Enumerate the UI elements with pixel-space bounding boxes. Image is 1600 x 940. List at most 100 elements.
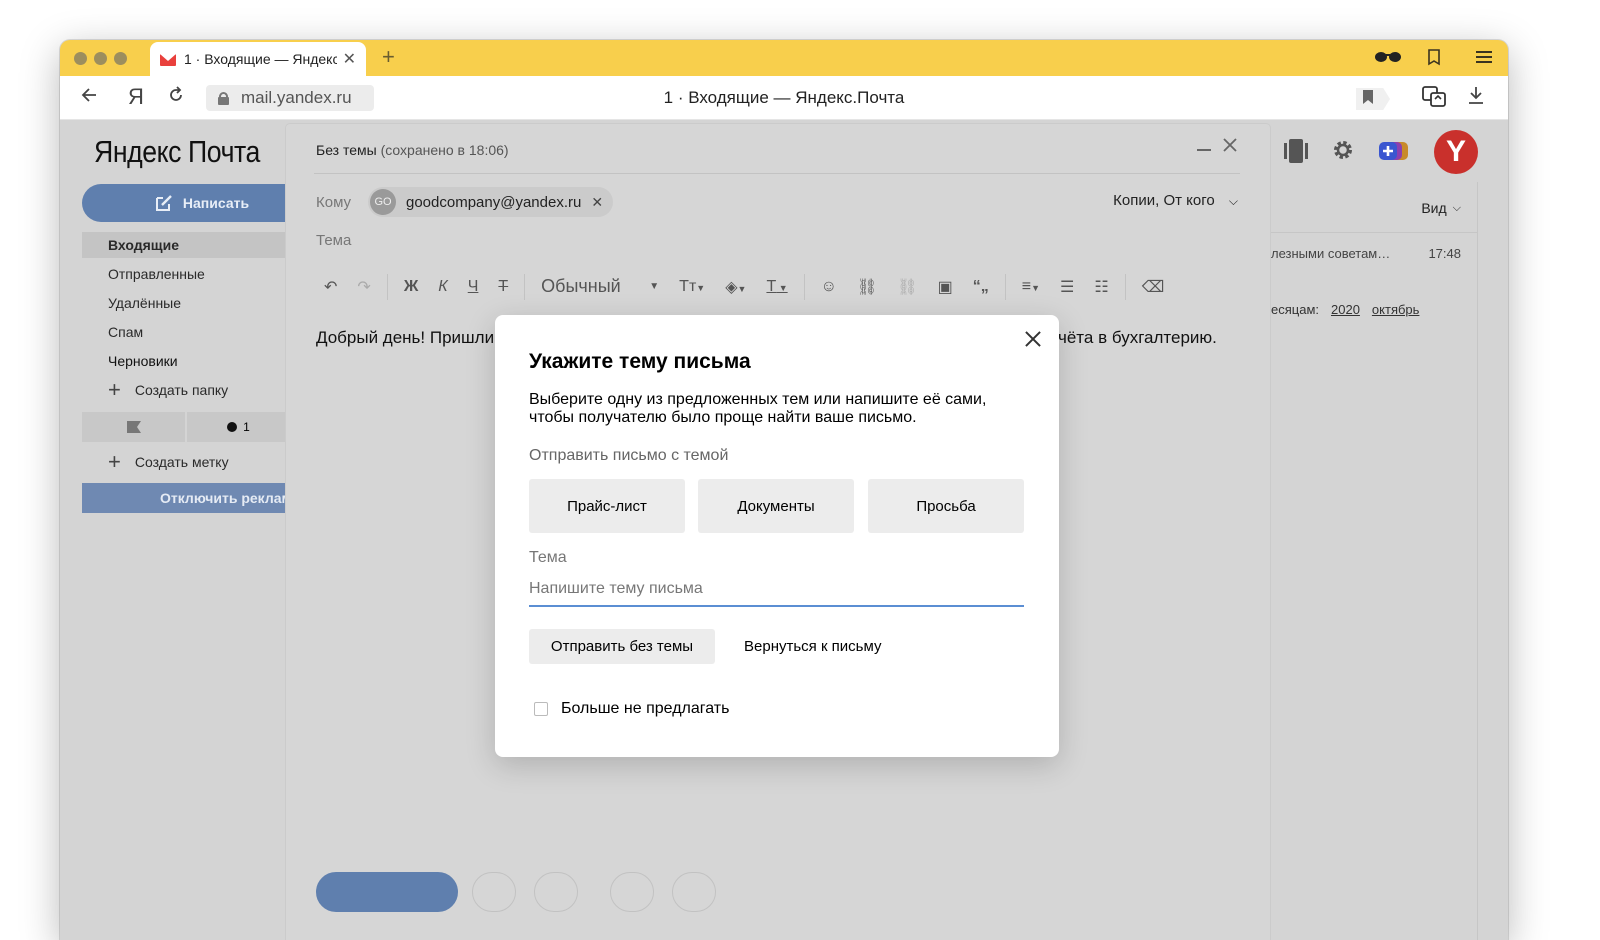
image-icon[interactable]: ▣: [938, 277, 953, 297]
folder-inbox[interactable]: Входящие: [82, 232, 292, 258]
copies-label: Копии, От кого: [1113, 192, 1215, 209]
divider: [1124, 274, 1126, 300]
font-size-icon[interactable]: Tт▼: [679, 278, 705, 296]
unlink-icon[interactable]: ⛓: [897, 277, 917, 297]
divider: [1004, 274, 1006, 300]
close-window-button[interactable]: [74, 52, 87, 65]
collectors-icon[interactable]: [1284, 138, 1308, 169]
labels-row: 1: [82, 412, 292, 442]
message-snippet[interactable]: лезными советам…: [1271, 246, 1390, 261]
url-field[interactable]: mail.yandex.ru: [206, 85, 374, 111]
folder-spam[interactable]: Спам: [108, 324, 143, 340]
redo-icon[interactable]: ↷: [357, 277, 370, 297]
back-arrow-icon[interactable]: [80, 86, 98, 109]
settings-gear-icon[interactable]: [1331, 138, 1355, 167]
topic-button-price-list[interactable]: Прайс-лист: [529, 479, 685, 533]
return-to-letter-button[interactable]: Вернуться к письму: [744, 629, 881, 664]
archive-year-link[interactable]: 2020: [1331, 302, 1360, 317]
create-folder-link[interactable]: + Создать папку: [108, 379, 228, 401]
align-icon[interactable]: ≡▼: [1022, 278, 1040, 296]
message-body-end: чёта в бухгалтерию.: [1058, 328, 1217, 347]
paragraph-style-value: Обычный: [541, 276, 621, 296]
view-button[interactable]: Вид ⌵: [1421, 200, 1461, 216]
recipient-chip[interactable]: GO goodcompany@yandex.ru ✕: [368, 187, 614, 217]
emoji-icon[interactable]: ☺: [821, 278, 837, 296]
close-dialog-icon[interactable]: [1021, 327, 1045, 351]
text-color-icon[interactable]: T ▼: [766, 278, 787, 296]
compose-button-label: Написать: [182, 195, 250, 211]
zoom-window-button[interactable]: [114, 52, 127, 65]
minimize-window-button[interactable]: [94, 52, 107, 65]
underline-icon[interactable]: Ч: [468, 278, 479, 296]
minimize-compose-icon[interactable]: [1196, 136, 1212, 159]
collections-icon[interactable]: [1426, 48, 1442, 71]
address-bar: Я mail.yandex.ru 1 · Входящие — Яндекс.П…: [60, 76, 1508, 120]
bookmark-icon[interactable]: [1362, 88, 1374, 111]
dont-suggest-label[interactable]: Больше не предлагать: [561, 700, 729, 718]
copies-dropdown[interactable]: Копии, От кого ⌵: [1113, 192, 1238, 209]
reload-icon[interactable]: [168, 86, 184, 109]
translate-icon[interactable]: [1422, 86, 1446, 114]
subject-input[interactable]: [529, 573, 1024, 607]
tab-title: 1 · Входящие — Яндекс.Почта: [184, 51, 337, 67]
archive-label: есяцам:: [1271, 302, 1319, 317]
folder-deleted[interactable]: Удалённые: [108, 295, 181, 311]
subject-dialog: Укажите тему письма Выберите одну из пре…: [495, 315, 1059, 757]
close-tab-icon[interactable]: ✕: [343, 49, 356, 69]
bold-icon[interactable]: Ж: [404, 278, 418, 296]
bullet-list-icon[interactable]: ☰: [1060, 277, 1074, 297]
folder-drafts[interactable]: Черновики: [108, 353, 178, 369]
link-icon[interactable]: ⛓: [857, 277, 877, 297]
chevron-down-icon: ⌵: [1452, 201, 1461, 214]
flagged-filter[interactable]: [82, 412, 187, 442]
flag-icon: [126, 421, 141, 433]
user-avatar[interactable]: Y: [1434, 130, 1478, 174]
disable-ads-button[interactable]: Отключить реклам: [82, 483, 292, 513]
divider: [803, 274, 805, 300]
yandex-plus-icon[interactable]: [1378, 140, 1410, 167]
message-time: 17:48: [1428, 246, 1461, 261]
attach-button[interactable]: [472, 872, 516, 912]
subject-field-label: Тема: [529, 549, 567, 566]
topic-button-documents[interactable]: Документы: [698, 479, 854, 533]
compose-subject-title: Без темы: [316, 142, 377, 158]
tab-bar: 1 · Входящие — Яндекс.Почта ✕ +: [60, 40, 1508, 76]
archive-month-link[interactable]: октябрь: [1372, 302, 1420, 317]
remove-recipient-icon[interactable]: ✕: [591, 194, 603, 211]
schedule-button[interactable]: [672, 872, 716, 912]
unread-dot-icon: [227, 422, 238, 432]
lock-icon: [218, 91, 229, 105]
send-button[interactable]: [316, 872, 458, 912]
strikethrough-icon[interactable]: Т: [498, 278, 508, 296]
clear-format-icon[interactable]: ⌫: [1142, 277, 1165, 297]
to-label: Кому: [316, 194, 352, 211]
browser-tab[interactable]: 1 · Входящие — Яндекс.Почта ✕: [150, 42, 366, 76]
new-tab-button[interactable]: +: [382, 46, 395, 68]
unread-filter[interactable]: 1: [187, 412, 292, 442]
remind-button[interactable]: [610, 872, 654, 912]
plus-icon: +: [108, 449, 121, 474]
download-icon[interactable]: [1468, 86, 1484, 110]
topic-button-request[interactable]: Просьба: [868, 479, 1024, 533]
archive-row: есяцам: 2020 октябрь: [1271, 302, 1419, 317]
message-body[interactable]: Добрый день! Пришли: [316, 328, 494, 348]
quote-icon[interactable]: “„: [973, 278, 989, 296]
italic-icon[interactable]: К: [438, 278, 447, 296]
message-list-panel: Вид ⌵ лезными советам… 17:48 есяцам: 202…: [1270, 182, 1478, 940]
undo-icon[interactable]: ↶: [324, 277, 337, 297]
attach-disk-button[interactable]: [534, 872, 578, 912]
yandex-home-button[interactable]: Я: [128, 86, 144, 108]
mail-envelope-icon: [160, 53, 176, 66]
numbered-list-icon[interactable]: ☷: [1094, 277, 1108, 297]
fill-color-icon[interactable]: ◈▼: [725, 277, 746, 297]
paragraph-style-select[interactable]: Обычный ▼: [541, 276, 659, 298]
yandex-mail-logo[interactable]: Яндекс Почта: [94, 134, 260, 170]
incognito-glasses-icon[interactable]: [1374, 48, 1402, 69]
folder-sent[interactable]: Отправленные: [108, 266, 205, 282]
menu-icon[interactable]: [1476, 48, 1492, 69]
close-compose-icon[interactable]: [1222, 136, 1238, 159]
message-body-start: Добрый день! Пришли: [316, 328, 495, 347]
send-without-subject-button[interactable]: Отправить без темы: [529, 629, 715, 664]
dont-suggest-checkbox[interactable]: [534, 702, 548, 716]
create-label-link[interactable]: + Создать метку: [108, 449, 229, 474]
